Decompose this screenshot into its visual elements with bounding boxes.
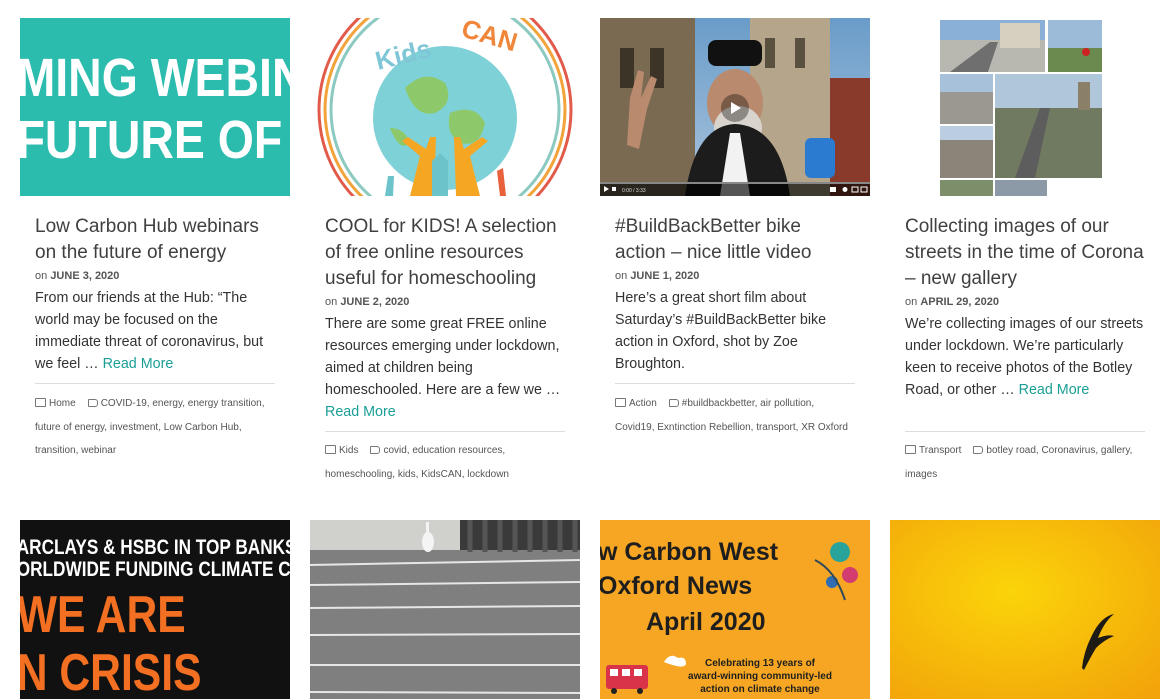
post-excerpt: Here’s a great short film about Saturday… [615, 287, 860, 375]
settings-icon[interactable] [842, 187, 848, 192]
swift-image [890, 520, 1160, 699]
banks-line-1: ARCLAYS & HSBC IN TOP BANKS [20, 537, 290, 560]
date-prefix: on [35, 270, 48, 282]
news-line-2: Oxford News [600, 572, 752, 600]
divider [35, 383, 275, 384]
folder-icon [325, 445, 336, 454]
banks-crisis-image: ARCLAYS & HSBC IN TOP BANKS ORLDWIDE FUN… [20, 520, 290, 699]
news-line-6: action on climate change [700, 684, 820, 695]
banks-line-3: WE ARE [20, 586, 186, 644]
post-meta: on JUNE 3, 2020 [35, 270, 119, 282]
post-thumbnail[interactable]: w Carbon West Oxford News April 2020 Cel… [600, 520, 870, 699]
read-more-link[interactable]: Read More [325, 404, 396, 420]
post-thumbnail[interactable]: Kids CAN [310, 18, 580, 196]
post-excerpt: We’re collecting images of our streets u… [905, 313, 1150, 401]
post-thumbnail[interactable]: ARCLAYS & HSBC IN TOP BANKS ORLDWIDE FUN… [20, 520, 290, 699]
tag-icon [87, 399, 98, 407]
date-prefix: on [905, 296, 918, 308]
thumb-line-1: MING WEBINA [20, 47, 290, 108]
post-meta: on APRIL 29, 2020 [905, 296, 999, 308]
banks-line-2: ORLDWIDE FUNDING CLIMATE CHAN [20, 559, 290, 582]
excerpt-text: There are some great FREE online resourc… [325, 316, 561, 398]
post-taxonomy: Home COVID-19, energy, energy transition,… [35, 392, 275, 463]
category-link[interactable]: Action [629, 398, 657, 409]
tag-icon [668, 399, 679, 407]
date-prefix: on [615, 270, 628, 282]
post-taxonomy: Action #buildbackbetter, air pollution, C… [615, 392, 855, 439]
read-more-link[interactable]: Read More [1019, 382, 1090, 398]
post-thumbnail[interactable]: MING WEBINA FUTURE OF ENI [20, 18, 290, 196]
excerpt-text: Here’s a great short film about Saturday… [615, 290, 827, 372]
category-link[interactable]: Home [49, 398, 76, 409]
post-meta: on JUNE 2, 2020 [325, 296, 409, 308]
webinar-image: MING WEBINA FUTURE OF ENI [20, 18, 290, 196]
folder-icon [905, 445, 916, 454]
volume-icon[interactable] [612, 187, 616, 191]
post-card: 0:00 / 3:33 #BuildBackBetter bike action… [600, 18, 870, 478]
video-time: 0:00 / 3:33 [622, 188, 646, 194]
post-card: Collecting images of our streets in the … [890, 18, 1160, 480]
divider [325, 431, 565, 432]
news-line-4: Celebrating 13 years of [705, 658, 816, 669]
post-excerpt: There are some great FREE online resourc… [325, 313, 570, 423]
captions-icon[interactable] [830, 187, 836, 192]
thumb-line-2: FUTURE OF ENI [20, 109, 290, 170]
post-taxonomy: Transport botley road, Coronavirus, galle… [905, 439, 1145, 486]
news-line-1: w Carbon West [600, 538, 779, 566]
post-date[interactable]: JUNE 1, 2020 [630, 270, 699, 282]
post-taxonomy: Kids covid, education resources, homescho… [325, 439, 565, 486]
divider [905, 431, 1145, 432]
newsletter-image: w Carbon West Oxford News April 2020 Cel… [600, 520, 870, 699]
post-date[interactable]: APRIL 29, 2020 [920, 296, 999, 308]
post-date[interactable]: JUNE 3, 2020 [50, 270, 119, 282]
post-card: MING WEBINA FUTURE OF ENI Low Carbon Hub… [20, 18, 290, 478]
post-title[interactable]: Collecting images of our streets in the … [905, 214, 1145, 292]
post-thumbnail[interactable] [310, 520, 580, 699]
folder-icon [615, 398, 626, 407]
banks-line-4: N CRISIS [20, 644, 202, 699]
post-title[interactable]: COOL for KIDS! A selection of free onlin… [325, 214, 565, 292]
post-title[interactable]: Low Carbon Hub webinars on the future of… [35, 214, 275, 266]
post-thumbnail[interactable] [890, 18, 1160, 196]
post-thumbnail[interactable] [890, 520, 1160, 699]
post-excerpt: From our friends at the Hub: “The world … [35, 287, 280, 375]
kidscan-logo: Kids CAN [310, 18, 580, 196]
goose-carpark-image [310, 520, 580, 699]
tag-icon [973, 446, 984, 454]
post-date[interactable]: JUNE 2, 2020 [340, 296, 409, 308]
post-card: Kids CAN COOL for KIDS! A selection of f… [310, 18, 580, 480]
news-line-5: award-winning community-led [688, 671, 832, 682]
post-title[interactable]: #BuildBackBetter bike action – nice litt… [615, 214, 855, 266]
date-prefix: on [325, 296, 338, 308]
category-link[interactable]: Kids [339, 445, 358, 456]
divider [615, 383, 855, 384]
folder-icon [35, 398, 46, 407]
post-meta: on JUNE 1, 2020 [615, 270, 699, 282]
news-line-3: April 2020 [646, 608, 766, 636]
video-thumbnail[interactable]: 0:00 / 3:33 [600, 18, 870, 196]
read-more-link[interactable]: Read More [103, 356, 174, 372]
video-still: 0:00 / 3:33 [600, 18, 870, 196]
tag-icon [370, 446, 381, 454]
category-link[interactable]: Transport [919, 445, 961, 456]
street-collage [890, 18, 1160, 196]
